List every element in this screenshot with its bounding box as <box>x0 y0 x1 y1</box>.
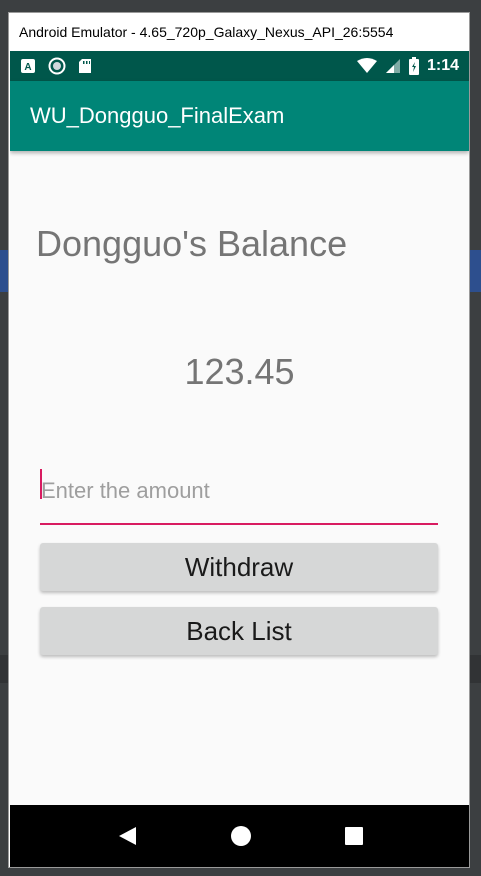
app-bar: WU_Dongguo_FinalExam <box>10 81 469 151</box>
text-cursor <box>40 469 42 499</box>
status-time: 1:14 <box>426 57 459 74</box>
back-icon[interactable] <box>116 825 138 847</box>
recents-icon[interactable] <box>344 826 364 846</box>
sync-icon <box>48 57 66 75</box>
sd-card-icon <box>78 58 92 74</box>
app-title: WU_Dongguo_FinalExam <box>30 103 285 128</box>
balance-label: Dongguo's Balance <box>36 223 348 264</box>
a-notification-icon: A <box>20 58 36 74</box>
battery-icon <box>408 57 419 75</box>
emulator-title: Android Emulator - 4.65_720p_Galaxy_Nexu… <box>19 24 394 40</box>
device-screen: A 1:14 WU_Dongguo_FinalExam Dongguo's Ba… <box>10 51 469 867</box>
status-bar: A 1:14 <box>10 51 469 81</box>
withdraw-button[interactable]: Withdraw <box>40 543 438 591</box>
home-icon[interactable] <box>229 824 253 848</box>
svg-text:A: A <box>24 62 31 73</box>
emulator-title-bar[interactable]: Android Emulator - 4.65_720p_Galaxy_Nexu… <box>9 13 469 51</box>
amount-input[interactable] <box>40 463 438 525</box>
cell-signal-icon <box>385 58 401 74</box>
back-list-button[interactable]: Back List <box>40 607 438 655</box>
navigation-bar <box>10 805 469 867</box>
balance-value: 123.45 <box>184 351 295 392</box>
emulator-window: Android Emulator - 4.65_720p_Galaxy_Nexu… <box>8 12 470 868</box>
wifi-icon <box>356 58 377 74</box>
